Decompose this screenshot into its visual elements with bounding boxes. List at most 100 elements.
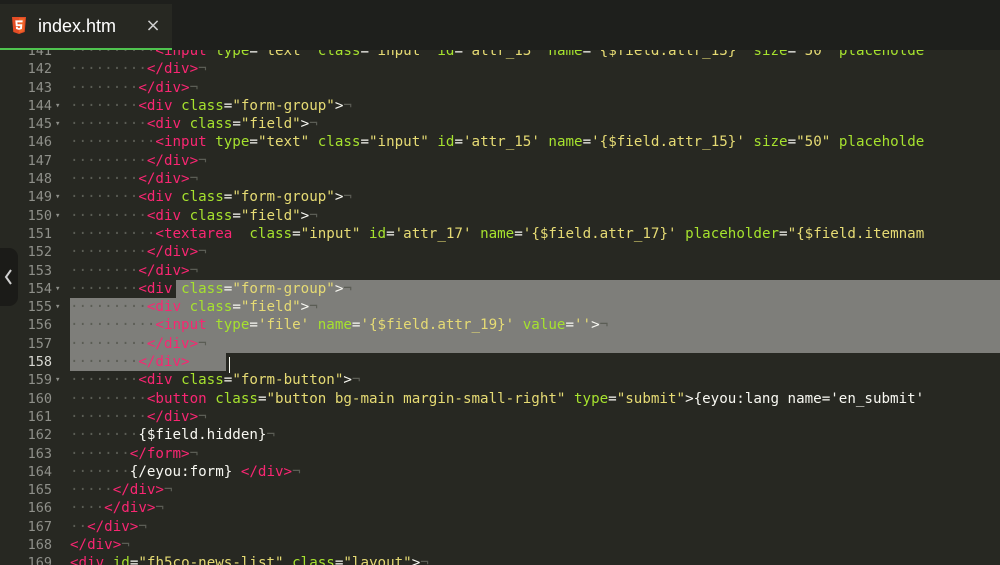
code-line-151[interactable]: 151 ··········<textarea class="input" id=… [0,225,1000,243]
line-code: ·········<div class="field">¬ [70,298,318,316]
fold-arrow-icon[interactable]: ▾ [55,298,60,316]
code-token: ········· [70,299,147,316]
line-code: ·········<div class="field">¬ [70,115,318,133]
code-line-152[interactable]: 152 ·········</div>¬ [0,243,1000,261]
line-code: ·······</form>¬ [70,445,198,463]
code-token: class [189,207,233,224]
code-line-168[interactable]: 168 </div>¬ [0,536,1000,554]
code-token: <div [138,280,173,297]
code-token: type [215,50,250,59]
line-code: ········</div> [70,353,190,371]
code-token: ·········· [70,50,156,59]
line-code: ·········</div>¬ [70,243,207,261]
code-token: <div [138,97,173,114]
code-token: class [181,372,224,389]
code-line-165[interactable]: 165 ·····</div>¬ [0,481,1000,499]
code-line-144[interactable]: 144 ▾ ········<div class="form-group">¬ [0,97,1000,115]
code-line-161[interactable]: 161 ·········</div>¬ [0,408,1000,426]
code-editor[interactable]: 141 ··········<input type="text" class="i… [0,50,1000,565]
code-token: ¬ [309,116,318,133]
line-number: 165 [27,482,52,499]
code-token: = [292,225,301,242]
code-line-163[interactable]: 163 ·······</form>¬ [0,445,1000,463]
code-token: > [411,555,421,565]
tab-bar: index.htm × [0,0,1000,51]
line-number: 148 [27,171,52,188]
code-token: id [437,50,455,59]
code-line-162[interactable]: 162 ········{$field.hidden}¬ [0,426,1000,444]
line-code: ·········</div>¬ [70,335,207,353]
fold-arrow-icon[interactable]: ▾ [55,280,60,298]
code-token: = [582,134,592,151]
fold-arrow-icon[interactable]: ▾ [55,115,60,133]
code-line-147[interactable]: 147 ·········</div>¬ [0,152,1000,170]
code-token: id [112,555,130,565]
line-code: ········<div class="form-group">¬ [70,97,352,115]
code-token: "input" [300,225,361,242]
code-line-158[interactable]: 158 ········</div> [0,353,1000,374]
code-line-148[interactable]: 148 ········</div>¬ [0,170,1000,188]
code-token: ¬ [121,537,130,554]
code-line-164[interactable]: 164 ·······{/eyou:form} </div>¬ [0,463,1000,481]
code-token: "text" [257,134,310,151]
line-code: ····</div>¬ [70,499,164,517]
code-token: ········· [70,116,147,133]
code-token: ······· [70,445,130,462]
code-token: '{$field.attr_15}' [591,134,745,151]
code-token: </div> [146,335,199,352]
code-token: size [753,50,788,59]
line-number: 141 [27,50,52,59]
code-line-141[interactable]: 141 ··········<input type="text" class="i… [0,50,1000,60]
code-line-156[interactable]: 156 ··········<input type='file' name='{$… [0,316,1000,335]
close-icon[interactable]: × [144,14,162,38]
code-line-146[interactable]: 146 ··········<input type="text" class="i… [0,133,1000,151]
code-line-159[interactable]: 159 ▾ ········<div class="form-button">¬ [0,371,1000,389]
code-line-145[interactable]: 145 ▾ ·········<div class="field">¬ [0,115,1000,133]
code-token: <textarea [155,225,233,242]
code-line-143[interactable]: 143 ········</div>¬ [0,79,1000,97]
code-token: ¬ [138,518,147,535]
line-number: 169 [27,555,52,565]
line-number: 168 [27,537,52,554]
code-token: placeholde [838,134,925,151]
code-line-155[interactable]: 155 ▾ ·········<div class="field">¬ [0,298,1000,317]
fold-arrow-icon[interactable]: ▾ [55,207,60,225]
code-token: <div [70,555,105,565]
code-token: ····· [70,482,113,499]
code-line-160[interactable]: 160 ·········<button class = "button bg-mai… [0,390,1000,408]
line-number: 149 [27,189,52,206]
code-token: ¬ [309,299,318,316]
fold-arrow-icon[interactable]: ▾ [55,97,60,115]
code-token: '{$field.attr_17}' [522,225,677,242]
code-line-153[interactable]: 153 ········</div>¬ [0,262,1000,280]
code-token: ¬ [198,408,207,425]
fold-arrow-icon[interactable]: ▾ [55,188,60,206]
code-line-169[interactable]: 169 <div id="fh5co-news-list" class="layo… [0,554,1000,565]
chevron-left-icon [4,269,12,285]
code-line-150[interactable]: 150 ▾ ·········<div class="field">¬ [0,207,1000,225]
code-line-166[interactable]: 166 ····</div>¬ [0,499,1000,517]
code-line-149[interactable]: 149 ▾ ········<div class="form-group">¬ [0,188,1000,206]
code-token: "button bg-main margin-small-right" [266,390,566,407]
fold-arrow-icon[interactable]: ▾ [55,371,60,389]
line-number: 164 [27,463,52,480]
code-token: 'attr_13' [462,50,540,59]
code-token: </div> [104,500,156,517]
line-code: ·········</div>¬ [70,152,207,170]
code-token: </div> [87,518,139,535]
code-token: class [181,97,224,114]
code-token: ········ [70,280,139,297]
code-line-142[interactable]: 142 ·········</div>¬ [0,60,1000,78]
code-line-167[interactable]: 167 ··</div>¬ [0,518,1000,536]
code-token: <button [146,390,207,407]
sidebar-toggle[interactable] [0,248,18,306]
code-token: "form-group" [232,280,335,297]
code-line-157[interactable]: 157 ·········</div>¬ [0,334,1000,354]
code-line-154[interactable]: 154 ▾ ········<div class="form-group">¬ [0,279,1000,299]
code-token: id [437,134,455,151]
code-token: > [591,317,600,334]
tab-index-htm[interactable]: index.htm × [0,4,172,51]
